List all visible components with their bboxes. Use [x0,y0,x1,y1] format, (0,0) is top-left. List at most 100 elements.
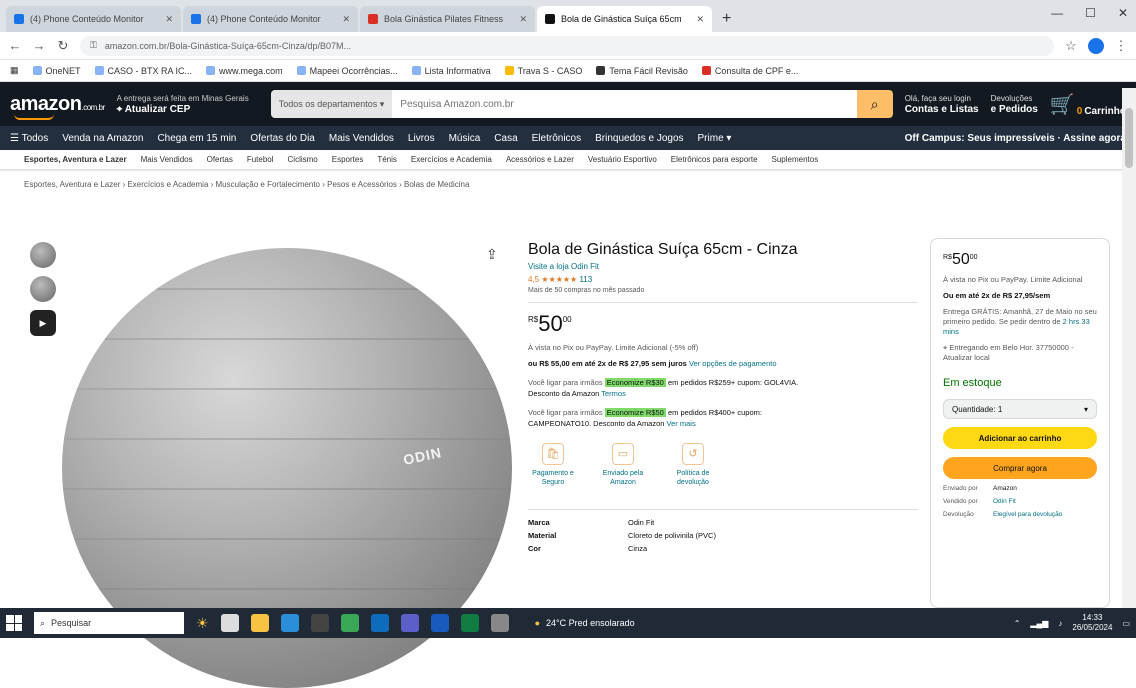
close-icon[interactable]: ✕ [696,14,704,25]
bookmark-item[interactable]: Mapeei Ocorrências... [296,66,398,76]
buy-now-button[interactable]: Comprar agora [943,457,1097,479]
bookmark-item[interactable]: Trava S - CASO [504,66,582,76]
nav-item[interactable]: Chega em 15 min [157,133,236,144]
payment-options-link[interactable]: Ver opções de pagamento [689,359,777,368]
browser-tab-active[interactable]: Bola de Ginástica Suíça 65cm ✕ [537,6,712,32]
network-icon[interactable]: ▂▄▆ [1030,619,1048,628]
chevron-up-icon[interactable]: ⌃ [1014,619,1021,628]
bookmark-item[interactable]: Lista Informativa [411,66,491,76]
task-view-icon[interactable] [220,614,239,632]
nav-promo[interactable]: Off Campus: Seus impressíveis · Assine a… [905,133,1126,144]
quantity-select[interactable]: Quantidade: 1 ▾ [943,399,1097,419]
cart-button[interactable]: 🛒 0 Carrinho [1050,92,1126,117]
search-category-select[interactable]: Todos os departamentos ▾ [270,90,393,118]
nav-item[interactable]: Venda na Amazon [62,133,143,144]
file-explorer-icon[interactable] [250,614,269,632]
search-input[interactable] [392,90,857,118]
app-icon[interactable] [490,614,509,632]
nav-item[interactable]: Casa [494,133,517,144]
edge-icon[interactable] [280,614,299,632]
bookmark-item[interactable]: www.mega.com [206,66,283,76]
new-tab-button[interactable]: + [722,10,731,28]
add-to-cart-button[interactable]: Adicionar ao carrinho [943,427,1097,449]
subnav-item[interactable]: Mais Vendidos [141,155,193,164]
close-icon[interactable]: ✕ [342,14,350,25]
nav-item[interactable]: Música [449,133,481,144]
subnav-item[interactable]: Futebol [247,155,274,164]
star-icon[interactable]: ☆ [1064,38,1078,54]
thumbnail-image[interactable] [30,276,56,302]
browser-tab[interactable]: (4) Phone Conteúdo Monitor ✕ [183,6,358,32]
share-icon[interactable]: ⇪ [486,246,498,263]
bookmark-item[interactable]: Consulta de CPF e... [701,66,798,76]
volume-icon[interactable]: ♪ [1058,619,1062,628]
subnav-item[interactable]: Ofertas [207,155,233,164]
close-icon[interactable]: ✕ [519,14,527,25]
bookmark-item[interactable]: OneNET [32,66,81,76]
reload-icon[interactable]: ↻ [56,38,70,54]
notification-icon[interactable]: ▭ [1122,619,1130,628]
amazon-logo[interactable]: amazon.com.br [10,93,105,120]
returns-link[interactable]: Elegível para devolução [993,511,1062,518]
coupon-terms-link[interactable]: Termos [601,389,626,398]
maximize-icon[interactable]: ☐ [1085,6,1096,20]
close-window-icon[interactable]: ✕ [1118,6,1128,20]
breadcrumb[interactable]: Esportes, Aventura e Lazer › Exercícios … [0,170,1136,199]
apps-icon[interactable]: ▦ [10,65,19,76]
bookmark-item[interactable]: Tema Fácil Revisão [596,66,688,76]
subnav-item[interactable]: Acessórios e Lazer [506,155,574,164]
clock[interactable]: 14:33 26/05/2024 [1072,613,1112,633]
subnav-item[interactable]: Suplementos [772,155,819,164]
minimize-icon[interactable]: — [1051,6,1063,20]
subnav-item[interactable]: Exercícios e Academia [411,155,492,164]
nav-all[interactable]: ☰ Todos [10,133,48,144]
search-button[interactable]: ⌕ [856,90,893,118]
nav-item[interactable]: Eletrônicos [532,133,581,144]
nav-item[interactable]: Mais Vendidos [329,133,394,144]
location-link[interactable]: ⌖ Entregando em Belo Hor. 37750000 - Atu… [943,343,1097,363]
nav-item[interactable]: Prime ▾ [698,133,732,144]
feature-shipping[interactable]: ▭ Enviado pela Amazon [598,443,648,487]
browser-tab[interactable]: Bola Ginástica Pilates Fitness ✕ [360,6,535,32]
rating[interactable]: 4,5 ★★★★★ 113 [528,275,918,284]
subnav-item[interactable]: Esportes, Aventura e Lazer [24,155,127,164]
deliver-to[interactable]: A entrega será feita em Minas Gerais ⌖ At… [117,93,249,115]
seller-link[interactable]: Odin Fit [993,498,1016,505]
bookmark-favicon [206,66,216,75]
feature-returns[interactable]: ↺ Política de devolução [668,443,718,487]
subnav-item[interactable]: Ciclismo [288,155,318,164]
subnav-item[interactable]: Ténis [377,155,397,164]
bookmark-item[interactable]: CASO - BTX RA IC... [94,66,192,76]
nav-item[interactable]: Brinquedos e Jogos [595,133,683,144]
forward-icon[interactable]: → [32,38,46,53]
scrollbar-thumb[interactable] [1125,108,1133,168]
thumbnail-video[interactable]: ▶ [30,310,56,336]
weather-widget[interactable]: ● 24°C Pred ensolarado [535,618,635,628]
nav-item[interactable]: Livros [408,133,435,144]
close-icon[interactable]: ✕ [165,14,173,25]
excel-icon[interactable] [460,614,479,632]
store-link[interactable]: Visite a loja Odin Fit [528,262,918,271]
thumbnail-image[interactable] [30,242,56,268]
nav-item[interactable]: Ofertas do Dia [250,133,314,144]
taskbar-search[interactable]: ⌕ Pesquisar [34,612,184,634]
coupon-more-link[interactable]: Ver mais [667,419,696,428]
feature-payment[interactable]: 🛍 Pagamento e Seguro [528,443,578,487]
browser-tab[interactable]: (4) Phone Conteúdo Monitor ✕ [6,6,181,32]
back-icon[interactable]: ← [8,38,22,53]
orders-link[interactable]: Devoluções e Pedidos [991,93,1038,115]
subnav-item[interactable]: Esportes [332,155,364,164]
url-field[interactable]: ⚿ amazon.com.br/Bola-Ginástica-Suíça-65cm… [80,35,1054,56]
page-scrollbar[interactable] [1122,88,1136,608]
word-icon[interactable] [430,614,449,632]
store-icon[interactable] [310,614,329,632]
windows-start-icon[interactable] [6,615,22,631]
account-menu[interactable]: Olá, faça seu login Contas e Listas [905,93,979,115]
profile-avatar[interactable] [1088,37,1104,54]
subnav-item[interactable]: Vestuário Esportivo [588,155,657,164]
subnav-item[interactable]: Eletrônicos para esporte [671,155,758,164]
menu-icon[interactable]: ⋮ [1114,38,1128,54]
outlook-icon[interactable] [370,614,389,632]
teams-icon[interactable] [400,614,419,632]
chrome-icon[interactable] [340,614,359,632]
